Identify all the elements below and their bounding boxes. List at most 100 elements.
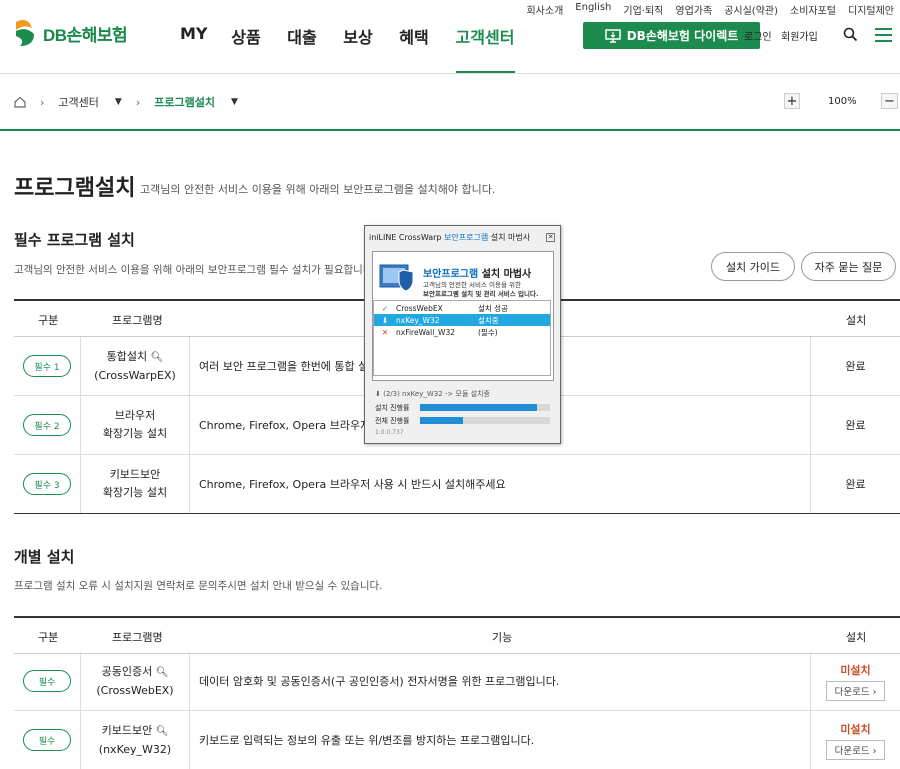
col-function: 기능 <box>492 631 513 644</box>
search-icon[interactable]: 🔍︎ <box>151 352 164 363</box>
col-install: 설치 <box>846 631 867 644</box>
page-title: 프로그램설치 <box>14 176 136 201</box>
required-badge: 필수 3 <box>23 473 71 495</box>
search-icon[interactable] <box>843 27 858 42</box>
table-row: 필수 공동인증서 🔍︎ (CrossWebEX) 데이터 암호화 및 공동인증서(… <box>14 652 900 711</box>
join-link[interactable]: 회원가입 <box>781 28 818 43</box>
program-name: 키보드보안 <box>109 468 161 481</box>
check-icon: ✓ <box>381 303 389 313</box>
logo-text: DB손해보험 <box>43 25 128 45</box>
header-divider <box>0 73 900 74</box>
direct-label: DB손해보험 다이렉트 <box>626 29 739 43</box>
nav-my[interactable]: MY <box>180 24 208 48</box>
col-type: 구분 <box>38 314 59 327</box>
version-text: 1.0.0.737 <box>375 429 404 436</box>
install-status: 미설치 <box>840 663 871 677</box>
nav-benefits[interactable]: 혜택 <box>399 24 429 48</box>
program-name[interactable]: 키보드보안 🔍︎ <box>102 722 169 741</box>
progress-text: ⬇ (2/3) nxKey_W32 -> 모듈 설치중 <box>375 390 490 398</box>
module-list: ✓ CrossWebEX 설치 성공 ⬇ nxKey_W32 설치중 ✕ nxFir… <box>373 300 551 376</box>
required-badge: 필수 <box>23 670 71 692</box>
dialog-subtext-bold: 보안프로그램 설치 및 관리 서비스 입니다. <box>423 290 539 298</box>
chevron-right-icon: › <box>135 95 141 109</box>
nav-customer-center[interactable]: 고객센터 <box>455 24 515 48</box>
search-icon[interactable]: 🔍︎ <box>156 667 169 678</box>
home-icon[interactable] <box>14 96 26 108</box>
program-subname: (CrossWebEX) <box>96 683 174 697</box>
chevron-right-icon: › <box>40 95 45 109</box>
install-guide-button[interactable]: 설치 가이드 <box>711 252 795 281</box>
shield-icon <box>379 264 414 292</box>
util-digital[interactable]: 디지털제안 <box>848 2 894 17</box>
program-name[interactable]: 공동인증서 🔍︎ <box>102 663 169 682</box>
direct-button[interactable]: DB손해보험 다이렉트 <box>583 22 760 49</box>
program-desc: 데이터 암호화 및 공동인증서(구 공인인증서) 전자서명을 위한 프로그램입니… <box>199 675 560 688</box>
logo[interactable]: DB손해보험 <box>14 18 128 48</box>
install-progress-bar <box>420 404 550 411</box>
required-section-title: 필수 프로그램 설치 <box>14 231 135 249</box>
required-badge: 필수 <box>23 729 71 751</box>
install-status: 완료 <box>810 337 900 395</box>
table-row: 필수 키보드보안 🔍︎ (nxKey_W32) 키보드로 입력되는 정보의 유출 … <box>14 711 900 769</box>
col-type: 구분 <box>38 631 59 644</box>
bar-label: 전체 진행률 <box>375 417 410 425</box>
search-icon[interactable]: 🔍︎ <box>156 726 169 737</box>
program-desc: 키보드로 입력되는 정보의 유출 또는 위/변조를 방지하는 프로그램입니다. <box>199 734 535 747</box>
logo-mark-icon <box>16 20 34 46</box>
col-program: 프로그램명 <box>112 314 163 327</box>
utility-nav: 회사소개 English 기업·퇴직 영업가족 공시실(약관) 소비자포털 디지… <box>526 2 894 17</box>
faq-button[interactable]: 자주 묻는 질문 <box>801 252 896 281</box>
required-section-desc: 고객님의 안전한 서비스 이용을 위해 아래의 보안프로그램 필수 설치가 필요… <box>14 264 376 276</box>
program-name: 브라우저 <box>114 409 156 422</box>
install-status: 미설치 <box>840 722 871 736</box>
download-button[interactable]: 다운로드 › <box>825 680 886 701</box>
breadcrumb-item-current[interactable]: 프로그램설치 <box>154 94 215 110</box>
list-item[interactable]: ✓ CrossWebEX 설치 성공 <box>374 302 550 314</box>
individual-section-desc: 프로그램 설치 오류 시 설치지원 연락처로 문의주시면 설치 안내 받으실 수… <box>14 580 383 592</box>
breadcrumb-item-customer[interactable]: 고객센터 <box>58 94 98 110</box>
required-badge: 필수 2 <box>23 414 71 436</box>
util-company[interactable]: 회사소개 <box>526 2 563 17</box>
page-subtitle: 고객님의 안전한 서비스 이용을 위해 아래의 보안프로그램을 설치해야 합니다… <box>140 183 496 196</box>
zoom-in-button[interactable]: + <box>784 93 800 109</box>
util-corporate[interactable]: 기업·퇴직 <box>623 2 663 17</box>
col-program: 프로그램명 <box>112 631 163 644</box>
close-icon[interactable]: ✕ <box>546 233 555 242</box>
install-status: 완료 <box>810 396 900 454</box>
nav-claims[interactable]: 보상 <box>343 24 373 48</box>
nav-loan[interactable]: 대출 <box>287 24 317 48</box>
util-english[interactable]: English <box>575 2 611 17</box>
individual-section-title: 개별 설치 <box>14 548 75 566</box>
program-subname: 확장기능 설치 <box>102 427 168 440</box>
hamburger-menu-icon[interactable] <box>875 28 892 46</box>
nav-products[interactable]: 상품 <box>231 24 261 48</box>
main-nav: MY 상품 대출 보상 혜택 고객센터 <box>180 24 515 48</box>
monitor-icon <box>604 28 621 43</box>
caret-down-icon[interactable]: ▼ <box>115 97 122 107</box>
util-consumer[interactable]: 소비자포털 <box>790 2 836 17</box>
download-button[interactable]: 다운로드 › <box>825 739 886 760</box>
download-icon: ⬇ <box>381 315 389 325</box>
util-disclosure[interactable]: 공시실(약관) <box>724 2 778 17</box>
dialog-title: iniLINE CrossWarp 보안프로그램 설치 마법사 <box>369 233 531 242</box>
program-subname: (CrossWarpEX) <box>94 368 176 382</box>
table-header: 구분 프로그램명 기능 설치 <box>14 616 900 654</box>
program-desc: Chrome, Firefox, Opera 브라우저 사용 시 반드시 설치해… <box>199 478 506 491</box>
util-sales[interactable]: 영업가족 <box>675 2 712 17</box>
install-status: 완료 <box>810 455 900 513</box>
zoom-level: 100% <box>828 96 857 107</box>
breadcrumb: › 고객센터 ▼ › 프로그램설치 ▼ <box>14 94 238 110</box>
zoom-out-button[interactable]: − <box>881 93 898 109</box>
table-row: 필수 3 키보드보안 확장기능 설치 Chrome, Firefox, Opera… <box>14 455 900 514</box>
caret-down-icon[interactable]: ▼ <box>231 97 238 107</box>
list-item[interactable]: ⬇ nxKey_W32 설치중 <box>374 314 550 326</box>
install-wizard-dialog: iniLINE CrossWarp 보안프로그램 설치 마법사 ✕ 보안프로그램… <box>364 225 561 444</box>
program-name[interactable]: 통합설치 🔍︎ <box>107 348 164 367</box>
program-subname: (nxKey_W32) <box>98 742 172 756</box>
program-desc: 여러 보안 프로그램을 한번에 통합 설치 <box>199 360 379 373</box>
list-item[interactable]: ✕ nxFireWall_W32 (필수) <box>374 326 550 338</box>
dialog-heading: 보안프로그램 설치 마법사 <box>423 269 532 280</box>
required-badge: 필수 1 <box>23 355 71 377</box>
login-link[interactable]: 로그인 <box>744 28 772 43</box>
overall-progress-bar <box>420 417 550 424</box>
